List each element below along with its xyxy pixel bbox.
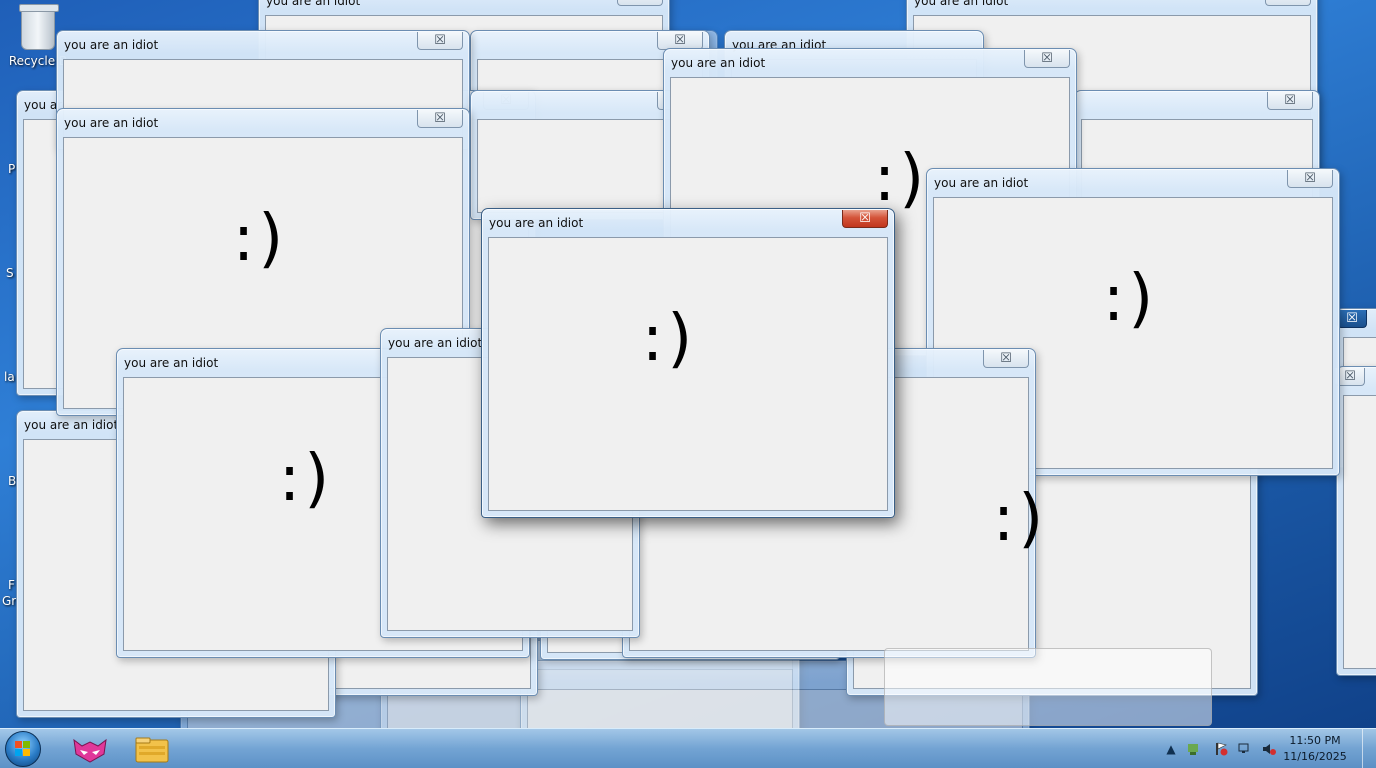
close-button[interactable]: ☒ xyxy=(417,110,463,128)
smiley-face-text: :) xyxy=(873,142,929,217)
window-title: you are an idiot xyxy=(266,0,361,8)
window-title: you are an idiot xyxy=(671,56,766,70)
action-center-flag-icon[interactable] xyxy=(1214,742,1228,756)
window-client-area xyxy=(1343,395,1376,669)
popup-window-active[interactable]: you are an idiot ☒ :) xyxy=(481,208,895,518)
window-title: you are an idiot xyxy=(64,38,159,52)
start-button[interactable] xyxy=(5,731,41,767)
network-icon[interactable] xyxy=(1238,742,1252,756)
smiley-face-text: :) xyxy=(232,202,288,277)
close-button[interactable]: ☒ xyxy=(1267,92,1313,110)
taskbar-pinned-app[interactable] xyxy=(62,732,118,766)
close-button[interactable]: ☒ xyxy=(1337,310,1367,328)
window-title: you are an idiot xyxy=(24,418,119,432)
clock[interactable]: 11:50 PM 11/16/2025 xyxy=(1280,733,1350,765)
windows-start-icon xyxy=(15,741,31,757)
desktop-label-fragment: S xyxy=(6,266,14,280)
clock-time: 11:50 PM xyxy=(1289,734,1341,747)
system-tray: ▲ 11:50 PM 11/16/2025 xyxy=(1156,729,1376,768)
smiley-face-text: :) xyxy=(1102,262,1158,337)
close-button[interactable]: ☒ xyxy=(1287,170,1333,188)
window-title: you are an idiot xyxy=(124,356,219,370)
popup-window[interactable]: ☒ xyxy=(1335,366,1376,676)
close-button[interactable]: ☒ xyxy=(842,210,888,228)
show-desktop-button[interactable] xyxy=(1362,729,1376,768)
desktop-label-fragment: B xyxy=(8,474,17,488)
desktop-label-fragment: F xyxy=(8,578,15,592)
desktop-label-fragment: la xyxy=(4,370,15,384)
tray-app-icon[interactable] xyxy=(1186,742,1200,756)
window-title: you are an idiot xyxy=(489,216,584,230)
close-button[interactable]: ☒ xyxy=(617,0,663,6)
window-title: you are an idiot xyxy=(388,336,483,350)
close-button[interactable]: ☒ xyxy=(1024,50,1070,68)
folder-icon xyxy=(135,737,169,763)
smiley-face-text: :) xyxy=(641,302,697,377)
taskbar: ▲ 11:50 PM 11/16/2025 xyxy=(0,728,1376,768)
close-button[interactable]: ☒ xyxy=(1265,0,1311,6)
clock-date: 11/16/2025 xyxy=(1283,750,1347,763)
taskbar-pinned-explorer[interactable] xyxy=(124,732,180,766)
window-title: you are an idiot xyxy=(934,176,1029,190)
smiley-face-text: :) xyxy=(278,442,334,517)
window-title: you are an idiot xyxy=(64,116,159,130)
smiley-face-text: :) xyxy=(992,482,1048,557)
close-button[interactable]: ☒ xyxy=(983,350,1029,368)
recycle-bin-icon xyxy=(19,4,59,50)
window-title: you are an idiot xyxy=(914,0,1009,8)
desktop-label-fragment: Gr xyxy=(2,594,17,608)
window-client-area: :) xyxy=(488,237,888,511)
tray-expand-icon[interactable]: ▲ xyxy=(1164,742,1178,756)
fox-icon xyxy=(73,738,107,763)
volume-muted-icon[interactable] xyxy=(1262,742,1276,756)
close-button[interactable]: ☒ xyxy=(417,32,463,50)
notification-balloon[interactable] xyxy=(884,648,1212,726)
desktop: Recycle B P S la B F Gr you are an idiot… xyxy=(0,0,1376,728)
desktop-label-fragment: P xyxy=(8,162,16,176)
